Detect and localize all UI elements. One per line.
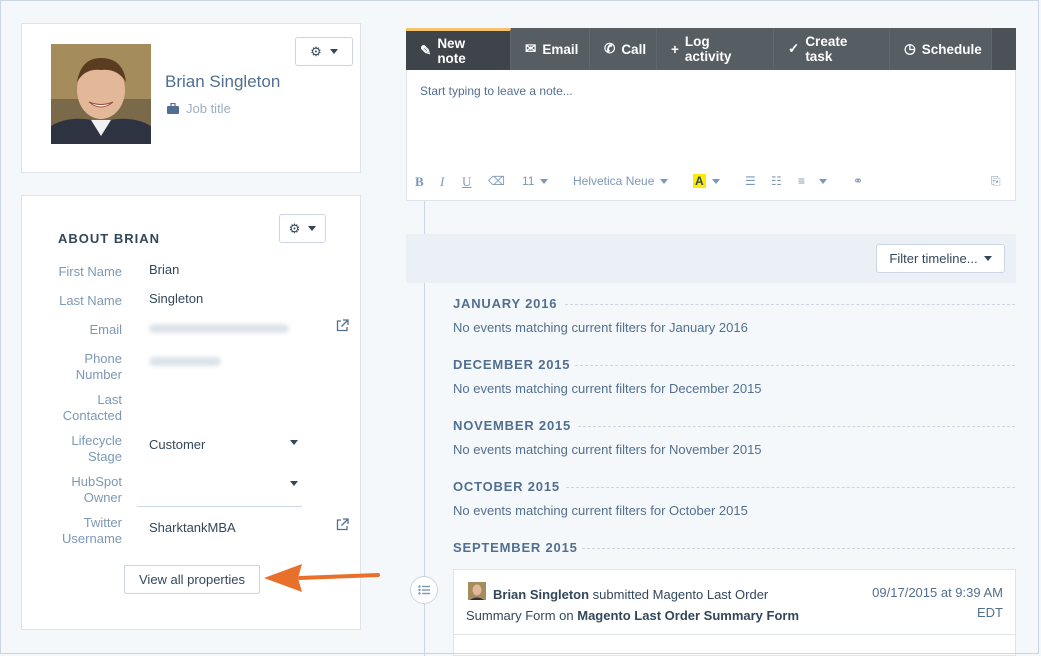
empty-month-message: No events matching current filters for N… bbox=[453, 442, 762, 457]
italic-button[interactable]: I bbox=[440, 174, 444, 190]
form-submission-icon bbox=[410, 576, 438, 604]
numbered-list-icon[interactable]: ☷ bbox=[771, 174, 782, 188]
event-description: Brian Singleton submitted Magento Last O… bbox=[466, 587, 800, 623]
empty-month-message: No events matching current filters for O… bbox=[453, 503, 748, 518]
align-select[interactable]: ≡ bbox=[798, 174, 828, 188]
phone-value-redacted[interactable] bbox=[149, 357, 221, 366]
last-name-value[interactable]: Singleton bbox=[149, 291, 203, 306]
profile-actions-button[interactable]: ⚙ bbox=[295, 37, 353, 66]
about-title: ABOUT BRIAN bbox=[58, 231, 160, 246]
bold-button[interactable]: B bbox=[415, 174, 424, 190]
tab-log-activity[interactable]: + Log activity bbox=[657, 28, 774, 70]
lifecycle-stage-select[interactable]: Customer bbox=[149, 437, 205, 452]
month-divider bbox=[578, 426, 1015, 427]
empty-month-message: No events matching current filters for J… bbox=[453, 320, 748, 335]
phone-icon: ✆ bbox=[604, 41, 616, 56]
envelope-icon: ✉ bbox=[525, 41, 537, 56]
check-circle-icon: ✓ bbox=[788, 41, 800, 56]
hubspot-owner-select[interactable] bbox=[137, 472, 302, 507]
tab-create-task[interactable]: ✓ Create task bbox=[774, 28, 890, 70]
first-name-value[interactable]: Brian bbox=[149, 262, 179, 277]
external-link-icon[interactable] bbox=[336, 518, 349, 531]
profile-card: Brian Singleton Job title ⚙ bbox=[21, 23, 361, 173]
property-label: Last Contacted bbox=[62, 392, 122, 423]
gear-icon: ⚙ bbox=[288, 220, 301, 236]
view-all-properties-button[interactable]: View all properties bbox=[124, 565, 260, 594]
twitter-username-value[interactable]: SharktankMBA bbox=[149, 520, 236, 535]
link-icon[interactable]: ⚭ bbox=[853, 174, 863, 188]
filter-timeline-button[interactable]: Filter timeline... bbox=[876, 244, 1005, 273]
property-label: Last Name bbox=[59, 293, 122, 308]
external-link-icon[interactable] bbox=[336, 319, 349, 332]
tab-call[interactable]: ✆ Call bbox=[590, 28, 657, 70]
month-divider bbox=[582, 548, 1015, 549]
text-color-icon: A bbox=[693, 174, 706, 188]
annotation-arrow-icon bbox=[264, 564, 380, 592]
font-family-select[interactable]: Helvetica Neue bbox=[573, 174, 669, 188]
chevron-down-icon[interactable] bbox=[290, 481, 298, 486]
month-divider bbox=[565, 304, 1015, 305]
text-color-button[interactable]: A bbox=[693, 174, 720, 188]
month-heading: NOVEMBER 2015 bbox=[453, 418, 572, 433]
chevron-down-icon bbox=[308, 226, 317, 231]
note-editor[interactable]: Start typing to leave a note... B I U ⌫ … bbox=[406, 70, 1016, 201]
gear-icon: ⚙ bbox=[310, 43, 322, 59]
property-label: Lifecycle Stage bbox=[71, 433, 122, 464]
eraser-icon[interactable]: ⌫ bbox=[488, 174, 505, 188]
about-settings-button[interactable]: ⚙ bbox=[279, 214, 326, 243]
email-value-redacted[interactable] bbox=[149, 324, 289, 333]
pencil-icon: ✎ bbox=[420, 42, 432, 58]
month-heading: SEPTEMBER 2015 bbox=[453, 540, 578, 555]
underline-button[interactable]: U bbox=[462, 174, 471, 190]
property-label: Twitter Username bbox=[62, 515, 122, 546]
month-heading: DECEMBER 2015 bbox=[453, 357, 571, 372]
event-divider bbox=[454, 634, 1015, 635]
timeline-event-card[interactable]: Brian Singleton submitted Magento Last O… bbox=[453, 569, 1016, 656]
property-label: HubSpot Owner bbox=[71, 474, 122, 505]
month-heading: JANUARY 2016 bbox=[453, 296, 558, 311]
clock-icon: ◷ bbox=[904, 41, 916, 56]
bullet-list-icon[interactable]: ☰ bbox=[745, 174, 756, 188]
property-label: Email bbox=[89, 322, 122, 337]
tab-schedule[interactable]: ◷ Schedule bbox=[890, 28, 992, 70]
tab-email[interactable]: ✉ Email bbox=[511, 28, 590, 70]
event-actor-link[interactable]: Brian Singleton bbox=[493, 587, 589, 602]
month-divider bbox=[566, 487, 1015, 488]
property-label: Phone Number bbox=[75, 351, 122, 382]
tab-new-note[interactable]: ✎ New note bbox=[406, 28, 511, 70]
briefcase-icon bbox=[167, 103, 179, 114]
job-title-field[interactable]: Job title bbox=[186, 101, 231, 116]
month-heading: OCTOBER 2015 bbox=[453, 479, 560, 494]
empty-month-message: No events matching current filters for D… bbox=[453, 381, 762, 396]
contact-name: Brian Singleton bbox=[165, 72, 281, 91]
plus-icon: + bbox=[671, 41, 679, 57]
chevron-down-icon bbox=[983, 256, 992, 261]
chevron-down-icon bbox=[329, 49, 338, 54]
note-input-placeholder[interactable]: Start typing to leave a note... bbox=[420, 84, 573, 98]
activity-tabs: ✎ New note ✉ Email ✆ Call + Log activity ✓ Cr… bbox=[406, 28, 1016, 70]
attachment-icon[interactable]: ⎘ bbox=[991, 174, 1001, 189]
chevron-down-icon[interactable] bbox=[290, 440, 298, 445]
event-form-link[interactable]: Magento Last Order Summary Form bbox=[577, 608, 799, 623]
property-label: First Name bbox=[58, 264, 122, 279]
event-timestamp: 09/17/2015 at 9:39 AM EDT bbox=[872, 585, 1003, 620]
formatting-toolbar: B I U ⌫ 11 Helvetica Neue A ☰ ☷ ≡ ⚭ ⎘ bbox=[415, 174, 1007, 194]
align-left-icon: ≡ bbox=[798, 174, 806, 188]
avatar bbox=[51, 44, 151, 144]
month-divider bbox=[575, 365, 1015, 366]
font-size-select[interactable]: 11 bbox=[522, 174, 549, 188]
